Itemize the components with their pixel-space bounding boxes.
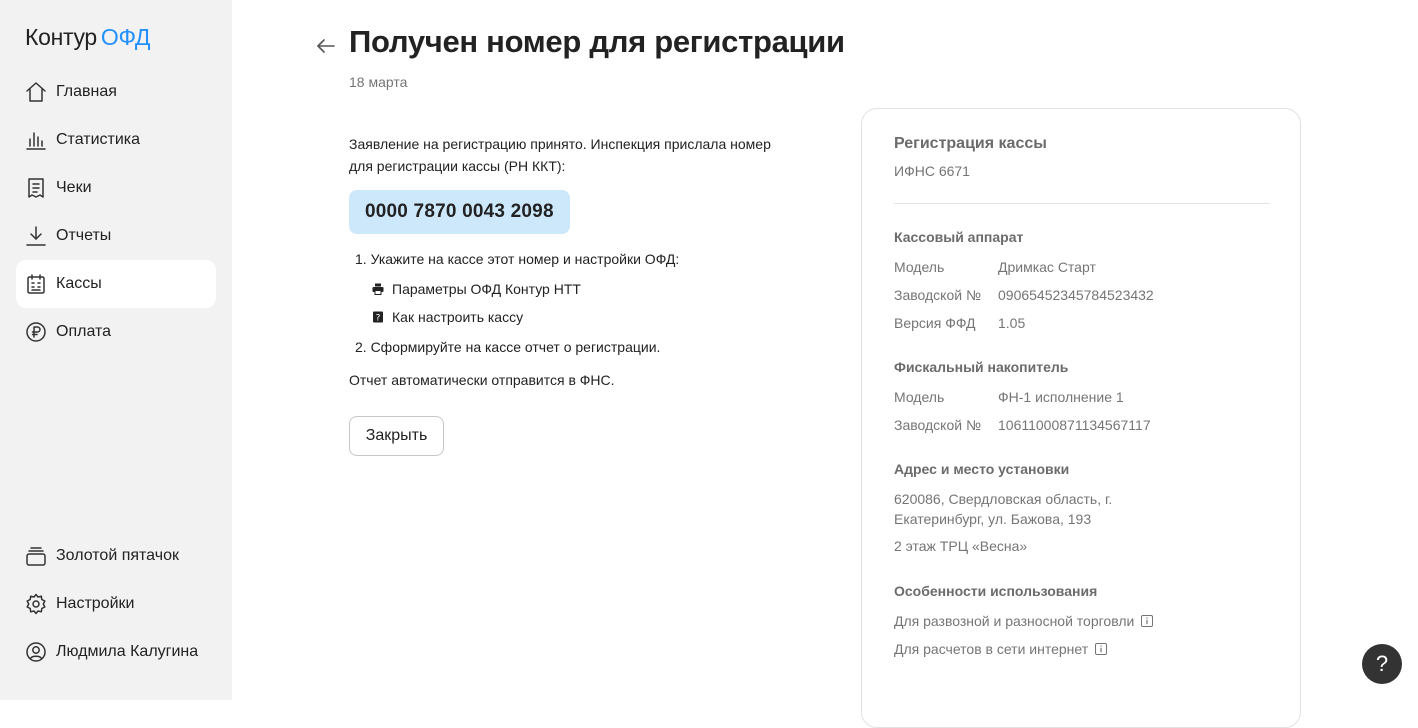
fiscal-model-value: ФН-1 исполнение 1 (998, 389, 1124, 405)
feature-label: Для развозной и разносной торговли (894, 613, 1135, 629)
register-serial-value: 09065452345784523432 (998, 287, 1154, 303)
back-arrow-icon[interactable] (314, 34, 338, 58)
home-icon (25, 81, 47, 103)
sidebar-item-label: Оплата (56, 323, 112, 340)
sidebar: Контур ОФД Главная Статистика Чеки Отчеты… (0, 0, 232, 700)
step-1-text: 1. Укажите на кассе этот номер и настрой… (355, 251, 680, 267)
card-subtitle: ИФНС 6671 (894, 163, 970, 179)
sidebar-item-label: Настройки (56, 595, 135, 612)
sidebar-item-receipts[interactable]: Чеки (16, 164, 216, 212)
printer-icon (371, 282, 385, 296)
register-serial-key: Заводской № (894, 287, 981, 303)
sidebar-item-cash-registers[interactable]: Кассы (16, 260, 216, 308)
fiscal-serial-key: Заводской № (894, 417, 981, 433)
sidebar-item-label: Золотой пятачок (56, 547, 179, 564)
sidebar-item-label: Отчеты (56, 227, 112, 244)
fiscal-serial-value: 1061100087113456​7117 (998, 417, 1151, 433)
register-ffd-value: 1.05 (998, 315, 1026, 331)
close-button[interactable]: Закрыть (349, 416, 444, 456)
sidebar-item-home[interactable]: Главная (16, 68, 216, 116)
intro-text: Заявление на регистрацию принято. Инспек… (349, 136, 771, 174)
auto-send-note: Отчет автоматически отправится в ФНС. (349, 372, 615, 388)
divider (894, 203, 1270, 204)
user-icon (25, 641, 47, 663)
fiscal-model-key: Модель (894, 389, 945, 405)
register-model-value: Дримкас Старт (998, 259, 1096, 275)
chart-icon (25, 129, 47, 151)
fiscal-section-title: Фискальный накопитель (894, 359, 1069, 375)
register-model-key: Модель (894, 259, 945, 275)
sidebar-item-settings[interactable]: Настройки (16, 580, 216, 628)
info-icon[interactable] (1141, 615, 1154, 627)
info-icon[interactable] (1095, 643, 1108, 655)
sidebar-item-label: Людмила Калугина (56, 643, 199, 660)
ruble-icon (25, 321, 47, 343)
registration-number: 0000 7870 0043 2098 (349, 190, 570, 234)
card-title: Регистрация кассы (894, 135, 1047, 152)
page-title: Получен номер для регистрации (349, 24, 845, 59)
gear-icon (25, 593, 47, 615)
registration-card: Регистрация кассы ИФНС 6671 Кассовый апп… (861, 108, 1301, 728)
page-date: 18 марта (349, 74, 408, 90)
download-icon (25, 225, 47, 247)
sidebar-item-label: Главная (56, 83, 117, 100)
ofd-params-link-label: Параметры ОФД Контур НТТ (392, 281, 581, 297)
sidebar-item-payment[interactable]: Оплата (16, 308, 216, 356)
sidebar-item-label: Чеки (56, 179, 92, 196)
features-section-title: Особенности использования (894, 583, 1098, 599)
step-2-text: 2. Сформируйте на кассе отчет о регистра… (355, 339, 661, 355)
sidebar-item-label: Статистика (56, 131, 141, 148)
register-ffd-key: Версия ФФД (894, 315, 976, 331)
ofd-params-link[interactable]: Параметры ОФД Контур НТТ (371, 281, 581, 297)
address-text: 620086, Свердловская область, г. Екатери… (894, 491, 1113, 527)
address-section-title: Адрес и место установки (894, 461, 1070, 477)
feature-item: Для расчетов в сети интернет (894, 641, 1108, 657)
logo[interactable]: Контур ОФД (25, 24, 151, 51)
cash-register-icon (25, 273, 47, 295)
setup-guide-link-label: Как настроить кассу (392, 309, 524, 325)
help-button[interactable]: ? (1362, 644, 1402, 684)
sidebar-item-statistics[interactable]: Статистика (16, 116, 216, 164)
logo-accent-text: ОФД (100, 24, 151, 50)
sidebar-item-golden-coin[interactable]: Золотой пятачок (16, 532, 216, 580)
sidebar-item-profile[interactable]: Людмила Калугина (16, 628, 216, 676)
feature-label: Для расчетов в сети интернет (894, 641, 1089, 657)
feature-item: Для развозной и разносной торговли (894, 613, 1154, 629)
sidebar-item-reports[interactable]: Отчеты (16, 212, 216, 260)
setup-guide-link[interactable]: ? Как настроить кассу (371, 309, 523, 325)
help-doc-icon: ? (371, 310, 385, 324)
installation-place: 2 этаж ТРЦ «Весна» (894, 538, 1028, 554)
receipt-icon (25, 177, 47, 199)
logo-main-text: Контур (25, 24, 97, 50)
coins-icon (25, 545, 47, 567)
register-section-title: Кассовый аппарат (894, 229, 1024, 245)
svg-text:?: ? (376, 314, 381, 324)
sidebar-item-label: Кассы (56, 275, 102, 292)
